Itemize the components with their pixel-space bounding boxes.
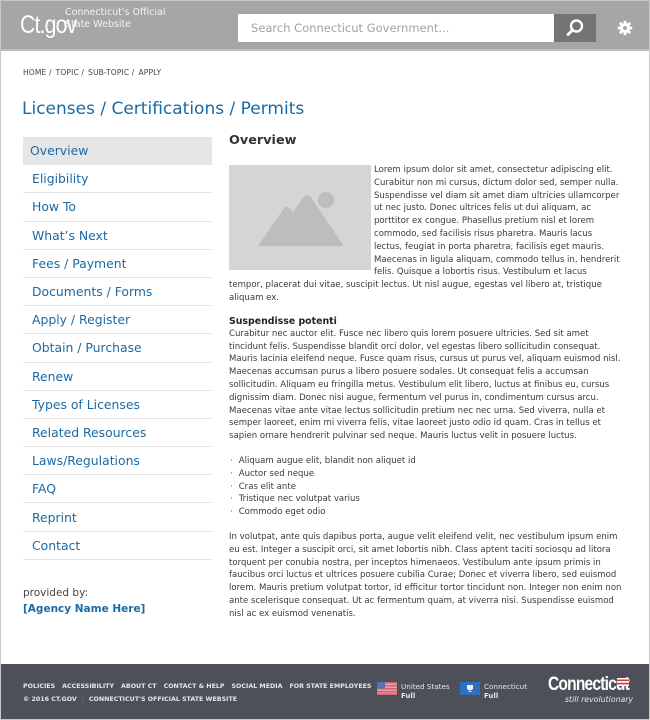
sidebar-item-how-to[interactable]: How To bbox=[23, 193, 212, 222]
ct-flag-status-text: Full bbox=[484, 692, 499, 700]
sidebar-item-overview[interactable]: Overview bbox=[23, 137, 212, 166]
us-flag-icon bbox=[377, 682, 397, 695]
list-item: Auctor sed neque bbox=[230, 468, 623, 481]
agency-name-link[interactable]: [Agency Name Here] bbox=[23, 603, 145, 615]
list-item: Aliquam augue elit, blandit non aliquet … bbox=[230, 455, 623, 468]
us-flag-label: United States bbox=[401, 682, 450, 691]
sidebar-item-related-resources[interactable]: Related Resources bbox=[23, 419, 212, 448]
connecticut-brand-logo[interactable]: Connecticut still revolutionary bbox=[548, 675, 647, 705]
sidebar-item-contact[interactable]: Contact bbox=[23, 532, 212, 560]
breadcrumb-sub-topic[interactable]: SUB-TOPIC / bbox=[88, 68, 134, 77]
sidebar-item-reprint[interactable]: Reprint bbox=[23, 503, 212, 532]
footer-link-policies[interactable]: POLICIES bbox=[23, 683, 55, 690]
body-paragraph: Curabitur nec auctor elit. Fusce nec lib… bbox=[229, 328, 621, 442]
list-item: Tristique nec volutpat varius bbox=[230, 493, 623, 506]
provided-by-label: provided by: bbox=[23, 587, 89, 599]
search-icon bbox=[566, 19, 584, 36]
sidebar-item-apply-register[interactable]: Apply / Register bbox=[23, 306, 212, 335]
ct-flag-status[interactable]: Connecticut Full bbox=[460, 682, 527, 701]
gear-icon[interactable] bbox=[617, 20, 633, 36]
footer-link-contact-help[interactable]: CONTACT & HELP bbox=[164, 683, 225, 690]
ct-flag-label: Connecticut bbox=[484, 682, 528, 691]
sidebar-item-renew[interactable]: Renew bbox=[23, 363, 212, 391]
brand-flag-icon bbox=[617, 678, 629, 686]
sidebar-item-faq[interactable]: FAQ bbox=[23, 475, 212, 504]
search-button[interactable] bbox=[554, 14, 596, 42]
breadcrumb: HOME / TOPIC / SUB-TOPIC / APPLY bbox=[23, 68, 161, 77]
footer-link-about-ct[interactable]: ABOUT CT bbox=[121, 683, 157, 690]
footer-link-accessibility[interactable]: ACCESSIBILITY bbox=[62, 683, 114, 690]
main-content: Overview Lorem ipsum dolor sit amet, con… bbox=[229, 133, 623, 621]
search-input[interactable] bbox=[238, 14, 554, 42]
footer-copyright: © 2016 CT.GOV | CONNECTICUT'S OFFICIAL S… bbox=[23, 696, 237, 703]
site-tagline: Connecticut's Official State Website bbox=[65, 7, 165, 31]
page-title: Licenses / Certifications / Permits bbox=[22, 99, 305, 119]
sidebar-item-documents-forms[interactable]: Documents / Forms bbox=[23, 278, 212, 307]
list-item: Commodo eget odio bbox=[230, 506, 623, 519]
image-placeholder-icon bbox=[259, 192, 343, 246]
bullet-list: Aliquam augue elit, blandit non aliquet … bbox=[229, 455, 623, 519]
search-bar bbox=[238, 14, 596, 42]
breadcrumb-apply[interactable]: APPLY bbox=[138, 68, 161, 77]
footer-site-name: CONNECTICUT'S OFFICIAL STATE WEBSITE bbox=[88, 696, 238, 703]
footer-separator: | bbox=[81, 696, 84, 703]
image-placeholder bbox=[229, 165, 371, 270]
ct-flag-icon bbox=[460, 682, 480, 695]
site-header: Ct.gov Connecticut's Official State Webs… bbox=[1, 1, 649, 51]
copyright-text: © 2016 CT.GOV bbox=[23, 696, 77, 703]
brand-tagline: still revolutionary bbox=[565, 695, 634, 704]
sidebar-item-types-of-licenses[interactable]: Types of Licenses bbox=[23, 391, 212, 419]
us-flag-status-text: Full bbox=[401, 692, 416, 700]
tagline-line-2: State Website bbox=[65, 19, 132, 30]
closing-paragraph: In volutpat, ante quis dapibus porta, au… bbox=[229, 531, 622, 619]
footer-link-social-media[interactable]: SOCIAL MEDIA bbox=[232, 683, 283, 690]
breadcrumb-home[interactable]: HOME / bbox=[23, 68, 52, 77]
breadcrumb-topic[interactable]: TOPIC / bbox=[56, 68, 84, 77]
site-footer: POLICIES ACCESSIBILITY ABOUT CT CONTACT … bbox=[1, 664, 649, 719]
sidebar-item-obtain-purchase[interactable]: Obtain / Purchase bbox=[23, 334, 212, 363]
list-item: Cras elit ante bbox=[230, 481, 623, 494]
section-heading: Overview bbox=[229, 133, 297, 148]
sidebar-item-laws-regulations[interactable]: Laws/Regulations bbox=[23, 447, 212, 476]
footer-links: POLICIES ACCESSIBILITY ABOUT CT CONTACT … bbox=[23, 683, 371, 690]
footer-link-state-employees[interactable]: FOR STATE EMPLOYEES bbox=[289, 683, 371, 690]
sidebar-item-fees-payment[interactable]: Fees / Payment bbox=[23, 250, 212, 278]
sidebar-item-eligibility[interactable]: Eligibility bbox=[23, 165, 212, 194]
subheading: Suspendisse potenti bbox=[229, 315, 337, 327]
us-flag-status[interactable]: United States Full bbox=[377, 682, 450, 701]
sidebar-item-whats-next[interactable]: What’s Next bbox=[23, 222, 212, 250]
sidebar-nav: Overview Eligibility How To What’s Next … bbox=[23, 137, 212, 560]
tagline-line-1: Connecticut's Official bbox=[65, 7, 166, 18]
